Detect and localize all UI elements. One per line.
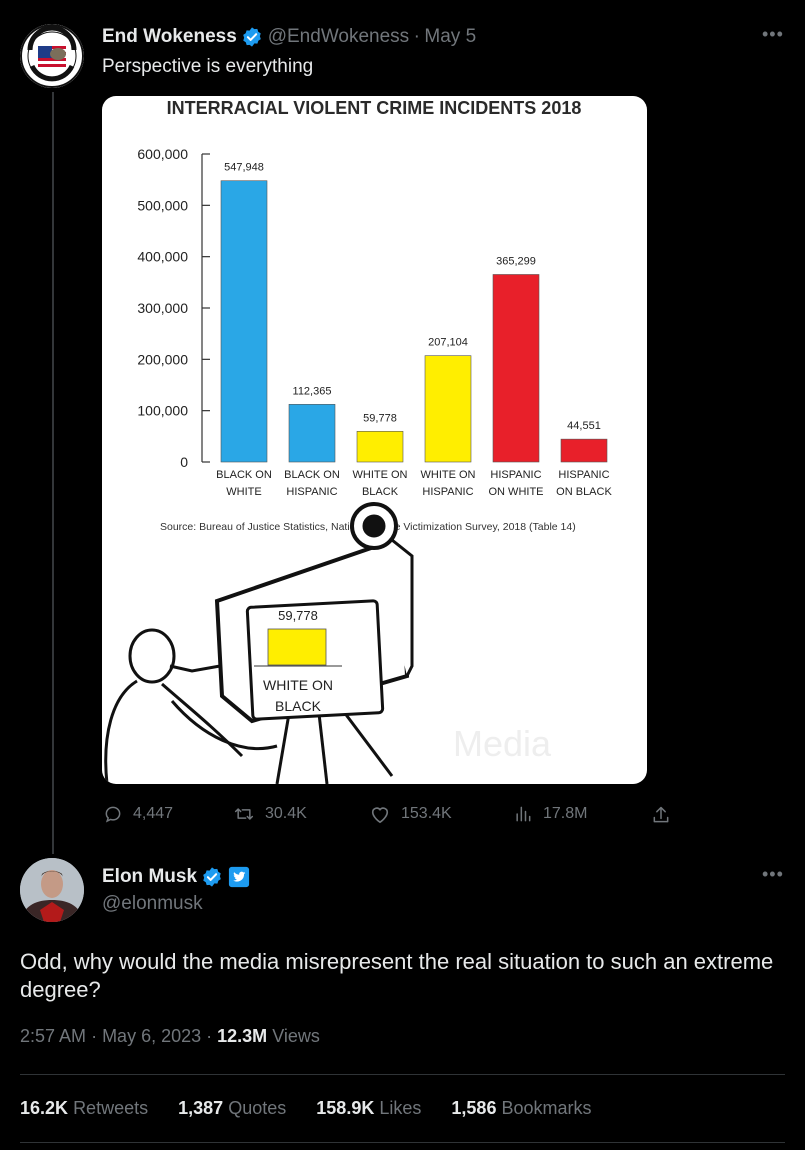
i-support-former-twitter-logo-icon [20, 24, 84, 88]
bookmarks-label: Bookmarks [501, 1098, 592, 1118]
author-handle[interactable]: @elonmusk [102, 893, 203, 915]
bar [492, 274, 540, 463]
tweet1-header: End Wokeness @EndWokeness · May 5 [102, 26, 476, 49]
author-name[interactable]: Elon Musk [102, 866, 197, 887]
reply-action[interactable]: 4,447 [103, 804, 173, 824]
tweet-date[interactable]: May 6, 2023 [102, 1026, 201, 1046]
likes-stat[interactable]: 158.9K Likes [316, 1098, 426, 1118]
bar [288, 404, 336, 463]
x-tick-label: WHITE ON HISPANIC [421, 469, 476, 498]
share-action[interactable] [651, 804, 671, 826]
y-tick-label: 400,000 [137, 249, 188, 265]
separator-dot: · [413, 26, 420, 47]
y-tick-label: 0 [180, 454, 188, 470]
bar-value-label: 547,948 [224, 162, 264, 174]
tweet-stats-row: 16.2K Retweets 1,387 Quotes 158.9K Likes… [20, 1098, 592, 1119]
share-icon [653, 806, 669, 823]
bar [560, 438, 608, 463]
bar [356, 431, 404, 463]
views-action[interactable]: 17.8M [513, 804, 587, 824]
bar-value-label: 112,365 [293, 385, 332, 397]
views-chart-icon [516, 806, 531, 822]
quotes-count: 1,387 [178, 1098, 224, 1118]
tweet2-text: Odd, why would the media misrepresent th… [20, 949, 774, 1002]
y-tick-label: 100,000 [137, 403, 188, 419]
reply-icon [105, 806, 121, 823]
like-count: 153.4K [401, 805, 452, 822]
retweet-action[interactable]: 30.4K [233, 804, 307, 824]
tweet2-header: Elon Musk [102, 866, 250, 889]
tweet-media-image[interactable]: INTERRACIAL VIOLENT CRIME INCIDENTS 2018… [102, 96, 647, 784]
profile-photo-icon [20, 858, 84, 922]
x-tick-label: WHITE ON BLACK [353, 469, 408, 498]
tweet-date[interactable]: May 5 [424, 26, 476, 47]
likes-count: 158.9K [316, 1098, 375, 1118]
bar-value-label: 59,778 [363, 412, 397, 424]
author-name[interactable]: End Wokeness [102, 26, 237, 47]
separator-dot: · [91, 1026, 103, 1046]
y-tick-label: 500,000 [137, 197, 188, 213]
tweet1-text: Perspective is everything [102, 56, 314, 77]
quotes-label: Quotes [228, 1098, 287, 1118]
elon-musk-avatar[interactable] [20, 858, 84, 922]
camera-illustration [104, 502, 414, 784]
tweet-timestamp-row: 2:57 AM · May 6, 2023 · 12.3M Views [20, 1026, 320, 1047]
retweet-count: 30.4K [265, 805, 307, 822]
likes-label: Likes [379, 1098, 422, 1118]
bar [220, 180, 268, 463]
inset-value-label: 59,778 [278, 608, 318, 623]
bar-value-label: 44,551 [567, 420, 601, 432]
bar [424, 355, 472, 463]
retweets-stat[interactable]: 16.2K Retweets [20, 1098, 153, 1118]
reply-count: 4,447 [133, 805, 174, 822]
divider [20, 1142, 785, 1143]
retweet-icon [234, 808, 254, 820]
bookmarks-stat[interactable]: 1,586 Bookmarks [451, 1098, 591, 1118]
more-options-icon[interactable]: ••• [762, 24, 784, 45]
author-handle[interactable]: @EndWokeness [268, 26, 409, 47]
twitter-affiliate-badge-icon[interactable] [228, 866, 250, 889]
retweets-label: Retweets [73, 1098, 149, 1118]
thread-connector-line [52, 92, 54, 854]
heart-icon [371, 807, 389, 824]
views-count: 17.8M [543, 805, 588, 822]
end-wokeness-avatar[interactable] [20, 24, 84, 88]
y-tick-label: 200,000 [137, 351, 188, 367]
y-tick-label: 300,000 [137, 300, 188, 316]
separator-dot: · [206, 1026, 218, 1046]
x-tick-label: BLACK ON WHITE [216, 469, 272, 498]
more-options-icon[interactable]: ••• [762, 864, 784, 885]
views-label: Views [272, 1026, 320, 1046]
chart-title: INTERRACIAL VIOLENT CRIME INCIDENTS 2018 [167, 98, 582, 118]
bar-chart: INTERRACIAL VIOLENT CRIME INCIDENTS 2018… [104, 98, 612, 784]
x-tick-label: HISPANIC ON BLACK [556, 469, 612, 498]
tweet-time[interactable]: 2:57 AM [20, 1026, 86, 1046]
views-count: 12.3M [217, 1026, 268, 1046]
retweets-count: 16.2K [20, 1098, 69, 1118]
x-tick-label: BLACK ON HISPANIC [284, 469, 340, 498]
bar-value-label: 207,104 [428, 337, 468, 349]
like-action[interactable]: 153.4K [369, 804, 452, 824]
verified-badge-icon [201, 866, 223, 889]
verified-badge-icon [241, 26, 263, 49]
watermark: Media [453, 723, 552, 764]
inset-bar [267, 628, 327, 666]
bar-value-label: 365,299 [496, 255, 536, 267]
x-tick-label: HISPANIC ON WHITE [489, 469, 544, 498]
y-tick-label: 600,000 [137, 146, 188, 162]
bookmarks-count: 1,586 [451, 1098, 497, 1118]
divider [20, 1074, 785, 1075]
quotes-stat[interactable]: 1,387 Quotes [178, 1098, 291, 1118]
